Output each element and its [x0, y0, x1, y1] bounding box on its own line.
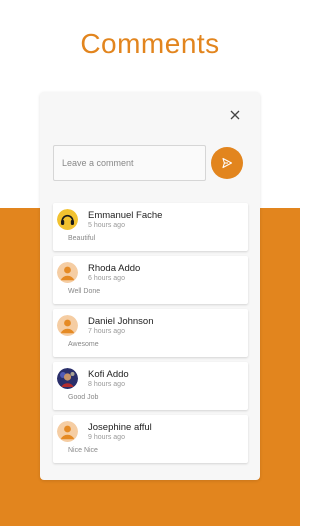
comment-author: Kofi Addo: [88, 369, 129, 380]
photo-avatar: [57, 368, 78, 389]
comment-text: Awesome: [68, 341, 99, 348]
comment-item[interactable]: Kofi Addo 8 hours ago Good Job: [53, 362, 248, 410]
headphones-avatar: [57, 209, 78, 230]
comment-timestamp: 7 hours ago: [88, 328, 125, 335]
comment-item[interactable]: Rhoda Addo 6 hours ago Well Done: [53, 256, 248, 304]
comment-text: Well Done: [68, 288, 101, 295]
close-button[interactable]: [226, 106, 244, 124]
comment-list: Emmanuel Fache 5 hours ago Beautiful Rho…: [53, 203, 248, 468]
default-user-avatar: [57, 315, 78, 336]
default-user-avatar: [57, 262, 78, 283]
comment-text: Good Job: [68, 394, 99, 401]
comment-item[interactable]: Daniel Johnson 7 hours ago Awesome: [53, 309, 248, 357]
comment-timestamp: 6 hours ago: [88, 275, 125, 282]
comment-author: Rhoda Addo: [88, 263, 141, 274]
comment-text: Nice Nice: [68, 447, 98, 454]
comment-timestamp: 9 hours ago: [88, 434, 125, 441]
page-title: Comments: [80, 28, 220, 59]
comment-timestamp: 5 hours ago: [88, 222, 125, 229]
comment-item[interactable]: Josephine afful 9 hours ago Nice Nice: [53, 415, 248, 463]
comment-text: Beautiful: [68, 235, 96, 242]
comment-author: Emmanuel Fache: [88, 210, 163, 221]
comments-panel: Emmanuel Fache 5 hours ago Beautiful Rho…: [40, 92, 260, 480]
comment-author: Josephine afful: [88, 422, 152, 433]
comment-author: Daniel Johnson: [88, 316, 154, 327]
comment-input[interactable]: [53, 145, 206, 181]
comment-timestamp: 8 hours ago: [88, 381, 125, 388]
close-icon: [230, 110, 240, 120]
comment-item[interactable]: Emmanuel Fache 5 hours ago Beautiful: [53, 203, 248, 251]
send-button[interactable]: [211, 147, 243, 179]
send-icon: [222, 157, 233, 169]
default-user-avatar: [57, 421, 78, 442]
